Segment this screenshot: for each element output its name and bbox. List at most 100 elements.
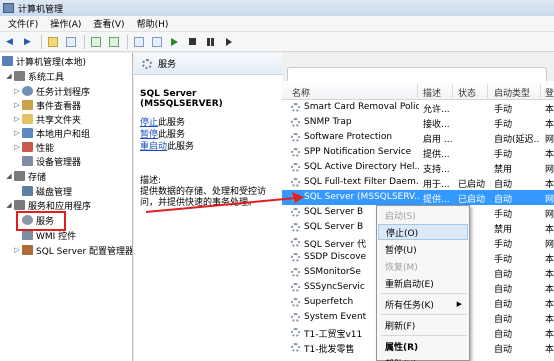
table-row[interactable]: Smart Card Removal Policy 允许... 手动 本 (282, 100, 554, 115)
ctx-refresh[interactable]: 刷新(F) (378, 317, 468, 333)
ctx-resume: 恢复(M) (378, 258, 468, 274)
submenu-arrow-icon: ▶ (456, 300, 462, 308)
stop-icon[interactable] (185, 35, 200, 49)
expand-icon[interactable]: ▷ (14, 115, 20, 123)
forward-icon[interactable]: ▶ (20, 35, 35, 49)
service-startup: 自动 (494, 270, 513, 280)
service-gear-icon (291, 223, 300, 232)
col-desc[interactable]: 描述 (423, 86, 441, 99)
service-desc: 启用 ... (423, 135, 453, 145)
tree-shared-folders[interactable]: ▷ 共享文件夹 (14, 112, 81, 126)
tree-label: 共享文件夹 (36, 115, 82, 126)
start-icon[interactable] (167, 35, 182, 49)
table-row[interactable]: SNMP Trap 接收... 手动 本 (282, 115, 554, 130)
sql-icon (22, 245, 33, 255)
tree-device-manager[interactable]: 设备管理器 (22, 154, 81, 168)
menu-separator (381, 335, 467, 336)
menu-view[interactable]: 查看(V) (87, 17, 130, 30)
folder-icon[interactable] (45, 35, 60, 49)
table-row[interactable]: SQL Active Directory Hel... 支持... 禁用 网 (282, 160, 554, 175)
tree-storage[interactable]: ◢ 存储 (6, 169, 46, 183)
ctx-properties[interactable]: 属性(R) (378, 338, 468, 354)
export-icon[interactable] (106, 35, 121, 49)
tree-services-apps[interactable]: ◢ 服务和应用程序 (6, 198, 91, 212)
table-row[interactable]: Software Protection 启用 ... 自动(延迟... 网 (282, 130, 554, 145)
service-title: SQL Server (MSSQLSERVER) (140, 89, 223, 109)
tree-disk-management[interactable]: 磁盘管理 (22, 184, 72, 198)
service-startup: 禁用 (494, 225, 513, 235)
ctx-all-tasks[interactable]: 所有任务(K) ▶ (378, 296, 468, 312)
col-name[interactable]: 名称 (292, 86, 310, 99)
ctx-help[interactable]: 帮助(H) (378, 355, 468, 361)
service-logon: 本 (545, 105, 554, 115)
device-icon (22, 156, 33, 166)
column-divider[interactable] (417, 84, 418, 98)
tree-computer-management[interactable]: 计算机管理(本地) (2, 54, 86, 68)
properties-icon[interactable] (149, 35, 164, 49)
ctx-label: 重新启动(E) (385, 279, 434, 290)
tree-system-tools[interactable]: ◢ 系统工具 (6, 69, 64, 83)
tree-label: 系统工具 (28, 72, 65, 83)
menu-action[interactable]: 操作(A) (44, 17, 87, 30)
collapse-icon[interactable]: ◢ (6, 172, 12, 180)
column-divider[interactable] (540, 84, 541, 98)
tree-sql-config[interactable]: ▷ SQL Server 配置管理器 (14, 243, 133, 257)
expand-icon[interactable]: ▷ (14, 101, 20, 109)
pause-icon[interactable] (203, 35, 218, 49)
service-logon: 本 (545, 180, 554, 190)
link-verb[interactable]: 重启动 (140, 142, 167, 152)
restart-icon[interactable] (221, 35, 236, 49)
ctx-pause[interactable]: 暂停(U) (378, 241, 468, 257)
table-row[interactable]: SQL Full-text Filter Daem... 用于... 已启动 自动 本 (282, 175, 554, 190)
menu-file[interactable]: 文件(F) (2, 17, 44, 30)
column-divider[interactable] (452, 84, 453, 98)
service-logon: 本 (545, 270, 554, 280)
tree-local-users[interactable]: ▷ 本地用户和组 (14, 126, 90, 140)
ctx-label: 刷新(F) (385, 321, 416, 332)
service-gear-icon (291, 313, 300, 322)
service-gear-icon (291, 163, 300, 172)
expand-icon[interactable]: ▷ (14, 129, 20, 137)
service-name: SQL Full-text Filter Daem... (304, 177, 419, 187)
refresh-icon[interactable] (88, 35, 103, 49)
col-status[interactable]: 状态 (458, 86, 476, 99)
ctx-stop[interactable]: 停止(O) (378, 224, 468, 240)
collapse-icon[interactable]: ◢ (6, 201, 12, 209)
service-status: 已启动 (458, 180, 486, 190)
service-gear-icon (291, 328, 300, 337)
tree-performance[interactable]: ▷ 性能 (14, 140, 54, 154)
ctx-label: 帮助(H) (385, 357, 417, 361)
details-pane: 服务 SQL Server (MSSQLSERVER) 停止此服务 暂停此服务 … (134, 53, 282, 361)
service-startup: 手动 (494, 150, 513, 160)
service-gear-icon (291, 268, 300, 277)
table-row[interactable]: SPP Notification Service 提供... 手动 本 (282, 145, 554, 160)
col-logon[interactable]: 登 (545, 86, 554, 99)
expand-icon[interactable]: ▷ (14, 143, 20, 151)
restart-service-link[interactable]: 重启动此服务 (140, 139, 194, 152)
column-divider[interactable] (487, 84, 488, 98)
service-desc: 接收... (423, 120, 450, 130)
ctx-label: 启动(S) (385, 211, 416, 222)
table-row[interactable]: SQL Server (MSSQLSERV... 提供... 已启动 自动 网 (282, 190, 554, 205)
tree-label: 本地用户和组 (36, 129, 91, 140)
console-tree-icon[interactable] (63, 35, 78, 49)
menu-separator (381, 293, 467, 294)
help-icon[interactable] (131, 35, 146, 49)
ctx-restart[interactable]: 重新启动(E) (378, 275, 468, 291)
expand-icon[interactable]: ▷ (14, 87, 20, 95)
col-startup[interactable]: 启动类型 (494, 86, 530, 99)
service-gear-icon (291, 238, 300, 247)
collapse-icon[interactable]: ◢ (6, 72, 12, 80)
tree-label: 任务计划程序 (36, 87, 91, 98)
service-gear-icon (291, 148, 300, 157)
service-gear-icon (291, 133, 300, 142)
tree-event-viewer[interactable]: ▷ 事件查看器 (14, 98, 81, 112)
tree-label: SQL Server 配置管理器 (36, 246, 133, 257)
app-icon (3, 3, 14, 13)
menu-help[interactable]: 帮助(H) (131, 17, 175, 30)
services-app-icon (14, 200, 25, 210)
expand-icon[interactable]: ▷ (14, 246, 20, 254)
back-icon[interactable]: ◀ (2, 35, 17, 49)
context-menu: 启动(S) 停止(O) 暂停(U) 恢复(M) 重新启动(E) 所有任务(K) ▶ 刷新(F)… (376, 205, 470, 361)
tree-task-scheduler[interactable]: ▷ 任务计划程序 (14, 84, 90, 98)
